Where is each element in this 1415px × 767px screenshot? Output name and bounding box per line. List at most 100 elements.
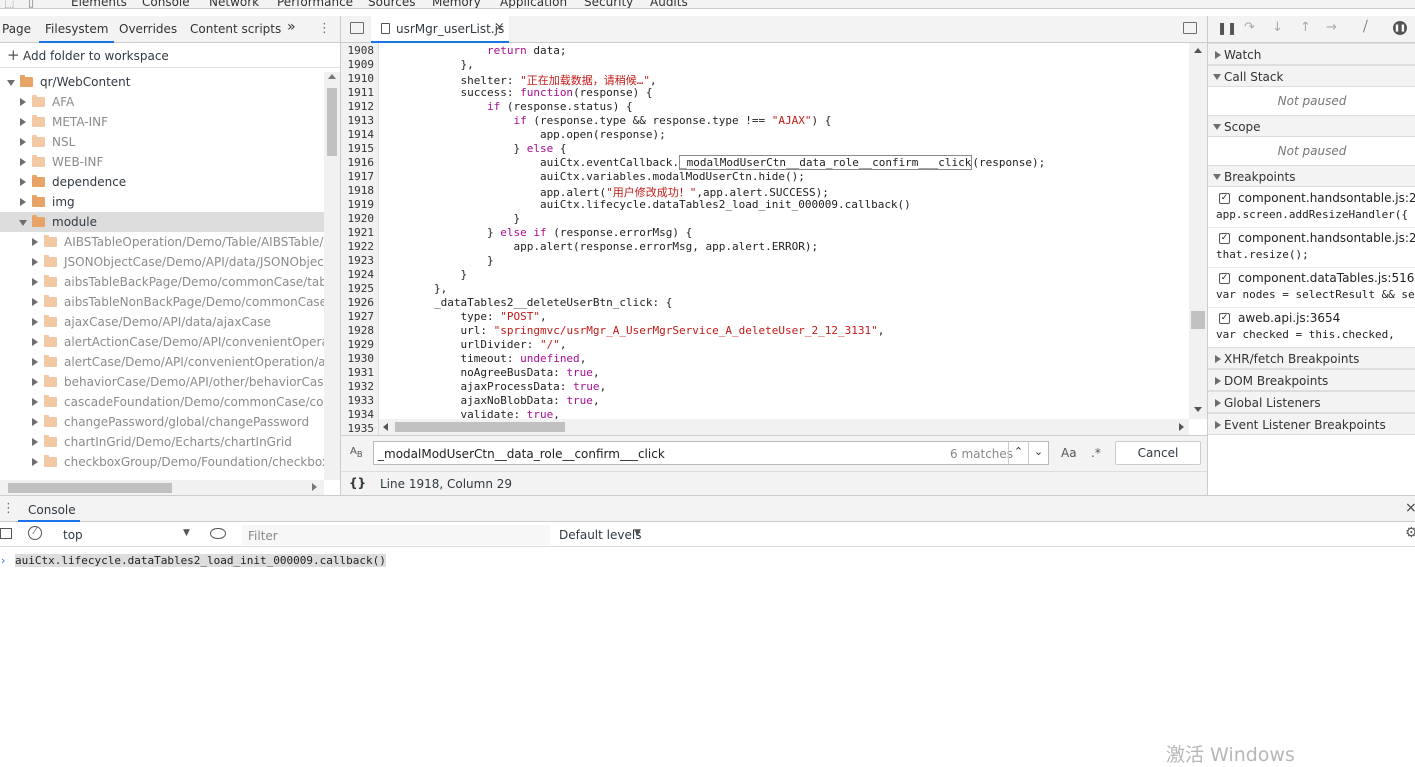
breakpoint-checkbox[interactable]: ✓	[1219, 313, 1230, 324]
code-line[interactable]: auiCtx.variables.modalModUserCtn.hide();	[381, 170, 1189, 183]
next-match-button[interactable]: ⌄	[1028, 442, 1048, 464]
toggle-debugger-icon[interactable]	[1183, 22, 1197, 34]
scroll-up-arrow-icon[interactable]	[328, 74, 336, 79]
expand-arrow-icon[interactable]	[32, 438, 38, 446]
expand-arrow-icon[interactable]	[32, 398, 38, 406]
tree-item[interactable]: module	[0, 212, 324, 232]
global-listeners-section[interactable]: Global Listeners	[1208, 391, 1415, 413]
expand-arrow-icon[interactable]	[32, 418, 38, 426]
scroll-thumb[interactable]	[1191, 311, 1205, 329]
scroll-right-arrow-icon[interactable]	[312, 483, 317, 491]
live-expression-eye-icon[interactable]	[210, 528, 226, 539]
collapse-arrow-icon[interactable]	[19, 220, 27, 226]
scroll-down-arrow-icon[interactable]	[1194, 407, 1202, 412]
search-field[interactable]: _modalModUserCtn__data_role__confirm___c…	[373, 441, 1049, 465]
tab-security[interactable]: Security	[584, 0, 633, 8]
tree-item[interactable]: AFA	[0, 92, 324, 112]
code-line[interactable]: ajaxProcessData: true,	[381, 380, 1189, 393]
tab-console[interactable]: Console	[142, 0, 190, 8]
sidebar-toggle-icon[interactable]	[0, 528, 12, 539]
code-line[interactable]: app.open(response);	[381, 128, 1189, 141]
step-out-icon[interactable]: ↑	[1300, 20, 1311, 35]
previous-match-button[interactable]: ⌃	[1008, 442, 1028, 464]
tree-item[interactable]: dependence	[0, 172, 324, 192]
code-line[interactable]: type: "POST",	[381, 310, 1189, 323]
context-selector[interactable]: top	[63, 528, 83, 542]
call-stack-section[interactable]: Call Stack	[1208, 65, 1415, 87]
breakpoint-checkbox[interactable]: ✓	[1219, 193, 1230, 204]
code-line[interactable]: },	[381, 282, 1189, 295]
tab-overrides[interactable]: Overrides	[119, 22, 177, 36]
tree-item[interactable]: img	[0, 192, 324, 212]
add-folder-button[interactable]: + Add folder to workspace	[0, 44, 340, 68]
expand-arrow-icon[interactable]	[20, 198, 26, 206]
code-line[interactable]: urlDivider: "/",	[381, 338, 1189, 351]
code-line[interactable]: _dataTables2__deleteUserBtn_click: {	[381, 296, 1189, 309]
pause-icon[interactable]: ❚❚	[1217, 21, 1237, 35]
scroll-right-arrow-icon[interactable]	[1179, 423, 1184, 431]
code-line[interactable]: noAgreeBusData: true,	[381, 366, 1189, 379]
tree-item[interactable]: checkboxGroup/Demo/Foundation/checkboxGr…	[0, 452, 324, 472]
tree-vertical-scrollbar[interactable]	[324, 72, 340, 480]
collapse-arrow-icon[interactable]	[7, 80, 15, 86]
kebab-menu-icon[interactable]: ⋮	[318, 21, 331, 36]
code-line[interactable]: }	[381, 212, 1189, 225]
clear-console-icon[interactable]: ⁄	[28, 526, 42, 540]
step-over-icon[interactable]: ↷	[1244, 20, 1255, 35]
tab-memory[interactable]: Memory	[432, 0, 481, 8]
tab-content-scripts[interactable]: Content scripts	[190, 22, 281, 36]
regex-button[interactable]: .*	[1091, 446, 1101, 460]
tab-page[interactable]: Page	[2, 22, 31, 36]
code-line[interactable]: ajaxNoBlobData: true,	[381, 394, 1189, 407]
console-settings-gear-icon[interactable]: ⚙	[1405, 525, 1415, 541]
code-line[interactable]: auiCtx.lifecycle.dataTables2_load_init_0…	[381, 198, 1189, 211]
code-line[interactable]: } else if (response.errorMsg) {	[381, 226, 1189, 239]
tree-item[interactable]: alertActionCase/Demo/API/convenientOpera…	[0, 332, 324, 352]
code-line[interactable]: } else {	[381, 142, 1189, 155]
match-case-button[interactable]: Aa	[1061, 446, 1077, 460]
expand-arrow-icon[interactable]	[20, 118, 26, 126]
editor-vertical-scrollbar[interactable]	[1189, 43, 1207, 419]
log-levels-dropdown[interactable]: Default levels	[559, 528, 641, 542]
tree-item[interactable]: chartInGrid/Demo/Echarts/chartInGrid	[0, 432, 324, 452]
scroll-left-arrow-icon[interactable]	[383, 423, 388, 431]
tab-console[interactable]: Console	[28, 503, 76, 517]
code-line[interactable]: return data;	[381, 44, 1189, 57]
code-area[interactable]: return data; }, shelter: "正在加载数据，请稍候…", …	[341, 43, 1189, 419]
inspect-icon[interactable]: ⬚	[4, 0, 14, 8]
tab-performance[interactable]: Performance	[277, 0, 353, 8]
code-line[interactable]: timeout: undefined,	[381, 352, 1189, 365]
context-dropdown-icon[interactable]: ▼	[183, 528, 190, 538]
tree-item[interactable]: aibsTableNonBackPage/Demo/commonCase/tab…	[0, 292, 324, 312]
code-line[interactable]: if (response.type && response.type !== "…	[381, 114, 1189, 127]
breakpoint-item[interactable]: ✓ component.dataTables.js:516 var nodes = …	[1208, 268, 1415, 308]
expand-arrow-icon[interactable]	[32, 258, 38, 266]
close-drawer-icon[interactable]: ×	[1405, 500, 1415, 516]
console-input-line[interactable]: › auiCtx.lifecycle.dataTables2_load_init…	[0, 552, 1415, 570]
tree-item[interactable]: changePassword/global/changePassword	[0, 412, 324, 432]
code-line[interactable]: app.alert(response.errorMsg, app.alert.E…	[381, 240, 1189, 253]
line-number[interactable]: 1935	[341, 422, 375, 435]
code-line[interactable]: url: "springmvc/usrMgr_A_UserMgrService_…	[381, 324, 1189, 337]
expand-arrow-icon[interactable]	[20, 178, 26, 186]
console-input-text[interactable]: auiCtx.lifecycle.dataTables2_load_init_0…	[15, 554, 386, 567]
breakpoint-item[interactable]: ✓ aweb.api.js:3654 var checked = this.chec…	[1208, 308, 1415, 348]
toggle-navigator-icon[interactable]	[350, 22, 364, 34]
scroll-thumb[interactable]	[327, 88, 337, 156]
expand-arrow-icon[interactable]	[32, 338, 38, 346]
tree-item[interactable]: behaviorCase/Demo/API/other/behaviorCase	[0, 372, 324, 392]
tab-audits[interactable]: Audits	[650, 0, 688, 8]
tree-horizontal-scrollbar[interactable]	[0, 480, 324, 495]
expand-arrow-icon[interactable]	[20, 138, 26, 146]
tree-item[interactable]: aibsTableBackPage/Demo/commonCase/tableC…	[0, 272, 324, 292]
pretty-print-button[interactable]: {}	[349, 476, 366, 490]
scroll-thumb[interactable]	[395, 422, 565, 432]
code-line[interactable]: auiCtx.eventCallback._modalModUserCtn__d…	[381, 155, 1189, 170]
search-input[interactable]: _modalModUserCtn__data_role__confirm___c…	[378, 447, 665, 461]
dom-breakpoints-section[interactable]: DOM Breakpoints	[1208, 369, 1415, 391]
scope-section[interactable]: Scope	[1208, 115, 1415, 137]
code-line[interactable]: success: function(response) {	[381, 86, 1189, 99]
tree-item[interactable]: ajaxCase/Demo/API/data/ajaxCase	[0, 312, 324, 332]
breakpoint-checkbox[interactable]: ✓	[1219, 233, 1230, 244]
pause-on-exceptions-icon[interactable]: ❚❚	[1393, 21, 1407, 35]
